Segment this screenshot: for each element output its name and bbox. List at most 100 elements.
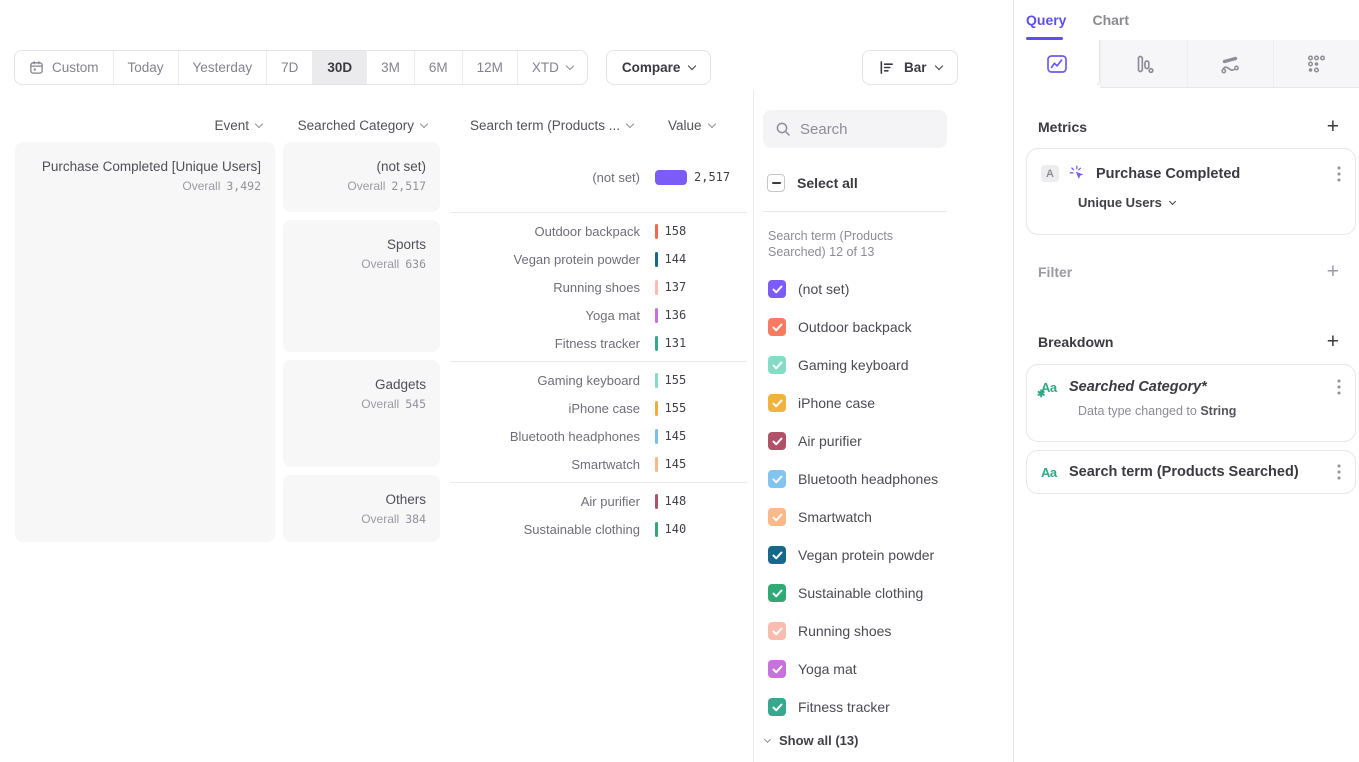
filter-list-label: Search term (Products Searched) 12 of 13 bbox=[768, 228, 943, 260]
tab-chart[interactable]: Chart bbox=[1092, 0, 1129, 40]
filter-list-item[interactable]: Gaming keyboard bbox=[768, 346, 938, 384]
check-icon bbox=[772, 323, 783, 332]
value-number: 155 bbox=[665, 401, 687, 415]
tab-query[interactable]: Query bbox=[1026, 0, 1066, 40]
checkbox-checked[interactable] bbox=[768, 660, 786, 678]
filter-list-item[interactable]: iPhone case bbox=[768, 384, 938, 422]
checkbox-checked[interactable] bbox=[768, 394, 786, 412]
column-header-event[interactable]: Event bbox=[15, 118, 262, 133]
value-cell: 145 bbox=[655, 457, 686, 472]
compare-button[interactable]: Compare bbox=[606, 50, 712, 85]
search-term-label: Fitness tracker bbox=[450, 336, 640, 351]
indeterminate-icon bbox=[772, 182, 781, 184]
checkbox-checked[interactable] bbox=[768, 622, 786, 640]
measure-selector[interactable]: Unique Users bbox=[1027, 182, 1355, 210]
search-term-rows: (not set)2,517 Outdoor backpack158Vegan p… bbox=[450, 142, 747, 547]
breakdown-card-search-term[interactable]: Aa Search term (Products Searched) bbox=[1026, 450, 1356, 494]
table-row[interactable]: Smartwatch 145 bbox=[450, 450, 747, 478]
tab-retention[interactable] bbox=[1273, 40, 1359, 88]
term-group: Outdoor backpack158Vegan protein powder1… bbox=[450, 212, 747, 361]
table-row[interactable]: Yoga mat136 bbox=[450, 301, 747, 329]
value-number: 155 bbox=[665, 373, 687, 387]
filter-list-item[interactable]: Yoga mat bbox=[768, 650, 938, 688]
checkbox-checked[interactable] bbox=[768, 584, 786, 602]
checkbox-checked[interactable] bbox=[768, 546, 786, 564]
checkbox-checked[interactable] bbox=[768, 470, 786, 488]
filter-item-label: Gaming keyboard bbox=[798, 357, 909, 373]
overall-label: Overall bbox=[361, 512, 399, 526]
date-range-30d[interactable]: 30D bbox=[313, 51, 367, 84]
checkbox-checked[interactable] bbox=[768, 318, 786, 336]
filter-item-label: Vegan protein powder bbox=[798, 547, 934, 563]
date-range-6m[interactable]: 6M bbox=[415, 51, 463, 84]
column-header-searched-category[interactable]: Searched Category bbox=[283, 118, 427, 133]
filter-list-item[interactable]: Fitness tracker bbox=[768, 688, 938, 726]
show-all-toggle[interactable]: Show all (13) bbox=[765, 733, 858, 748]
date-range-3m[interactable]: 3M bbox=[367, 51, 415, 84]
kebab-menu-icon[interactable] bbox=[1337, 166, 1341, 182]
value-number: 145 bbox=[665, 429, 687, 443]
column-header-search-term[interactable]: Search term (Products ... bbox=[450, 118, 633, 133]
retention-icon bbox=[1306, 54, 1326, 74]
value-bar bbox=[655, 224, 658, 239]
column-header-value[interactable]: Value bbox=[668, 118, 715, 133]
checkbox-checked[interactable] bbox=[768, 280, 786, 298]
metric-card[interactable]: A Purchase Completed Unique Users bbox=[1026, 148, 1356, 235]
table-row[interactable]: Outdoor backpack158 bbox=[450, 217, 747, 245]
checkbox-checked[interactable] bbox=[768, 698, 786, 716]
date-range-yesterday[interactable]: Yesterday bbox=[179, 51, 268, 84]
search-input[interactable] bbox=[800, 121, 930, 138]
kebab-menu-icon[interactable] bbox=[1337, 464, 1341, 480]
table-row[interactable]: Sustainable clothing140 bbox=[450, 515, 747, 543]
chevron-down-icon bbox=[688, 62, 696, 70]
filter-list-item[interactable]: Running shoes bbox=[768, 612, 938, 650]
filter-list-item[interactable]: Vegan protein powder bbox=[768, 536, 938, 574]
category-cell[interactable]: GadgetsOverall545 bbox=[283, 360, 440, 467]
category-cell[interactable]: (not set)Overall2,517 bbox=[283, 142, 440, 212]
table-row[interactable]: Gaming keyboard155 bbox=[450, 366, 747, 394]
checkbox-checked[interactable] bbox=[768, 508, 786, 526]
search-term-label: Smartwatch bbox=[450, 457, 640, 472]
filter-list-item[interactable]: Air purifier bbox=[768, 422, 938, 460]
checkbox-checked[interactable] bbox=[768, 356, 786, 374]
measure-label: Unique Users bbox=[1078, 195, 1162, 210]
kebab-menu-icon[interactable] bbox=[1337, 379, 1341, 395]
tab-flows[interactable] bbox=[1187, 40, 1273, 88]
filter-list-item[interactable]: Bluetooth headphones bbox=[768, 460, 938, 498]
filter-list-item[interactable]: Outdoor backpack bbox=[768, 308, 938, 346]
select-all-checkbox[interactable] bbox=[767, 174, 785, 192]
table-row[interactable]: Bluetooth headphones145 bbox=[450, 422, 747, 450]
table-row[interactable]: iPhone case155 bbox=[450, 394, 747, 422]
category-cell[interactable]: OthersOverall384 bbox=[283, 475, 440, 542]
table-row[interactable]: Fitness tracker131 bbox=[450, 329, 747, 357]
select-all[interactable]: Select all bbox=[767, 174, 858, 192]
table-row[interactable]: Vegan protein powder144 bbox=[450, 245, 747, 273]
table-row[interactable]: Air purifier148 bbox=[450, 487, 747, 515]
add-metric-button[interactable]: + bbox=[1327, 118, 1339, 136]
tab-insights[interactable] bbox=[1014, 40, 1100, 88]
add-filter-button[interactable]: + bbox=[1327, 263, 1339, 281]
date-range-xtd[interactable]: XTD bbox=[518, 51, 587, 84]
search-term-label: (not set) bbox=[450, 170, 640, 185]
overall-value: 3,492 bbox=[226, 179, 261, 193]
filter-list-item[interactable]: Smartwatch bbox=[768, 498, 938, 536]
check-icon bbox=[772, 513, 783, 522]
filter-list-item[interactable]: Sustainable clothing bbox=[768, 574, 938, 612]
filter-list-item[interactable]: (not set) bbox=[768, 270, 938, 308]
table-row[interactable]: (not set)2,517 bbox=[450, 163, 747, 191]
table-row[interactable]: Running shoes137 bbox=[450, 273, 747, 301]
insights-icon bbox=[1046, 54, 1068, 74]
add-breakdown-button[interactable]: + bbox=[1327, 333, 1339, 351]
category-cell[interactable]: SportsOverall636 bbox=[283, 220, 440, 352]
filter-item-label: (not set) bbox=[798, 281, 849, 297]
breakdown-card-searched-category[interactable]: Aa✱ Searched Category* Data type changed… bbox=[1026, 364, 1356, 442]
event-cell[interactable]: Purchase Completed [Unique Users] Overal… bbox=[15, 142, 275, 542]
date-range-7d[interactable]: 7D bbox=[267, 51, 313, 84]
checkbox-checked[interactable] bbox=[768, 432, 786, 450]
date-range-12m[interactable]: 12M bbox=[463, 51, 518, 84]
tab-label: Query bbox=[1026, 12, 1066, 28]
date-range-custom[interactable]: Custom bbox=[15, 51, 114, 84]
overall-label: Overall bbox=[347, 179, 385, 193]
date-range-today[interactable]: Today bbox=[114, 51, 179, 84]
tab-funnels[interactable] bbox=[1100, 40, 1186, 88]
